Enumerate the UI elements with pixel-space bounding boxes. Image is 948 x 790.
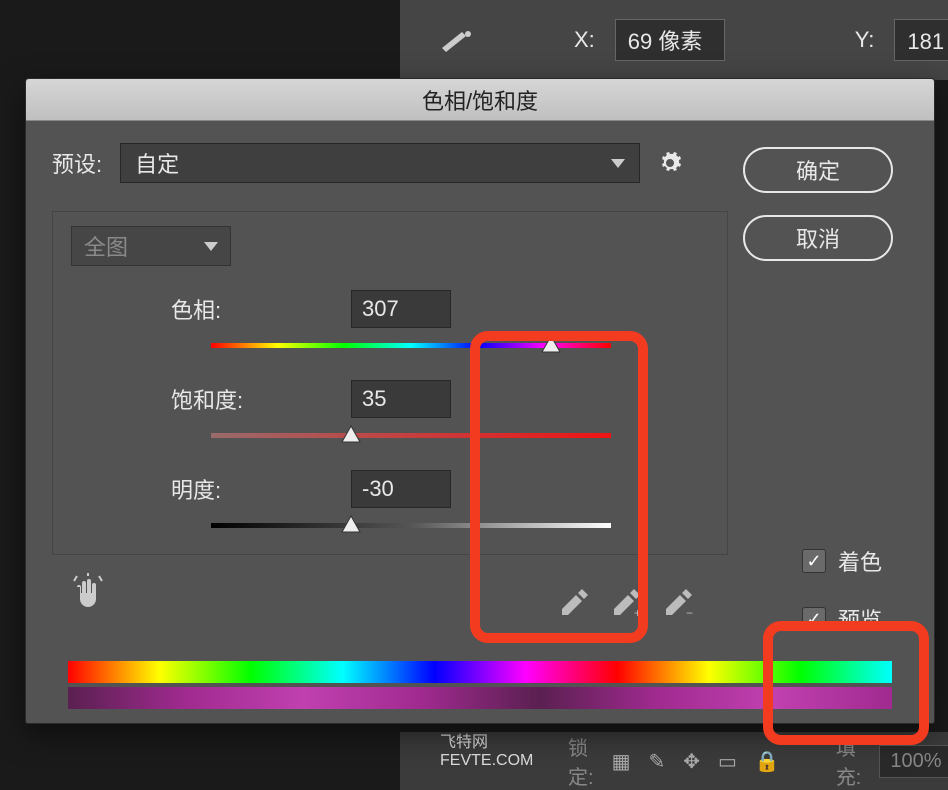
colorize-checkbox[interactable]: ✓ (802, 549, 826, 573)
hue-thumb[interactable] (540, 334, 562, 354)
brush-tool-icon[interactable] (440, 16, 474, 64)
saturation-label: 饱和度: (171, 383, 331, 415)
eyedropper-group: + − (560, 587, 694, 623)
svg-text:−: − (686, 606, 693, 617)
lightness-value[interactable] (351, 470, 451, 508)
saturation-thumb[interactable] (340, 424, 362, 444)
saturation-value[interactable] (351, 380, 451, 418)
x-field[interactable] (615, 19, 725, 61)
range-value: 全图 (84, 230, 128, 262)
eyedropper-minus-icon[interactable]: − (664, 587, 694, 623)
chevron-down-icon (611, 159, 625, 168)
dialog-titlebar[interactable]: 色相/饱和度 (26, 79, 934, 121)
lock-image-icon[interactable]: ▦ (612, 749, 631, 774)
fill-value[interactable]: 100% (879, 745, 948, 778)
ok-button[interactable]: 确定 (743, 147, 893, 193)
saturation-slider[interactable] (211, 428, 611, 442)
gear-icon[interactable] (658, 151, 682, 175)
watermark: 飞特网 FEVTE.COM (440, 734, 533, 769)
dialog-title: 色相/饱和度 (422, 84, 538, 116)
hue-value[interactable] (351, 290, 451, 328)
cancel-button[interactable]: 取消 (743, 215, 893, 261)
background-bottom-bar: 飞特网 FEVTE.COM 锁定: ▦ ✎ ✥ ▭ 🔒 填充: 100% (400, 732, 948, 790)
range-dropdown: 全图 (71, 226, 231, 266)
fill-label: 填充: (836, 732, 862, 790)
preset-value: 自定 (135, 147, 179, 179)
preset-label: 预设: (52, 147, 102, 179)
preview-label: 预览 (838, 603, 882, 635)
spectrum-output (68, 687, 892, 709)
slider-panel: 全图 色相: 饱和度: (52, 211, 728, 555)
hue-label: 色相: (171, 293, 331, 325)
lightness-thumb[interactable] (340, 514, 362, 534)
hue-saturation-dialog: 色相/饱和度 预设: 自定 全图 色相: (25, 78, 935, 724)
lightness-label: 明度: (171, 473, 331, 505)
spectrum-input (68, 661, 892, 683)
eyedropper-icon[interactable] (560, 587, 590, 623)
y-label: Y: (855, 27, 875, 53)
colorize-label: 着色 (838, 545, 882, 577)
lightness-slider[interactable] (211, 518, 611, 532)
lock-all-icon[interactable]: 🔒 (755, 749, 780, 774)
lock-move-icon[interactable]: ✥ (683, 749, 700, 774)
hand-icon[interactable] (70, 573, 106, 617)
svg-text:+: + (634, 606, 641, 617)
preset-dropdown[interactable]: 自定 (120, 143, 640, 183)
lock-artboard-icon[interactable]: ▭ (718, 749, 737, 774)
lock-brush-icon[interactable]: ✎ (648, 749, 665, 774)
lock-label: 锁定: (568, 732, 594, 790)
eyedropper-plus-icon[interactable]: + (612, 587, 642, 623)
x-label: X: (574, 27, 595, 53)
background-toolbar: X: Y: (400, 0, 948, 80)
y-field[interactable] (894, 19, 948, 61)
hue-slider[interactable] (211, 338, 611, 352)
chevron-down-icon (204, 242, 218, 251)
preview-checkbox[interactable]: ✓ (802, 607, 826, 631)
